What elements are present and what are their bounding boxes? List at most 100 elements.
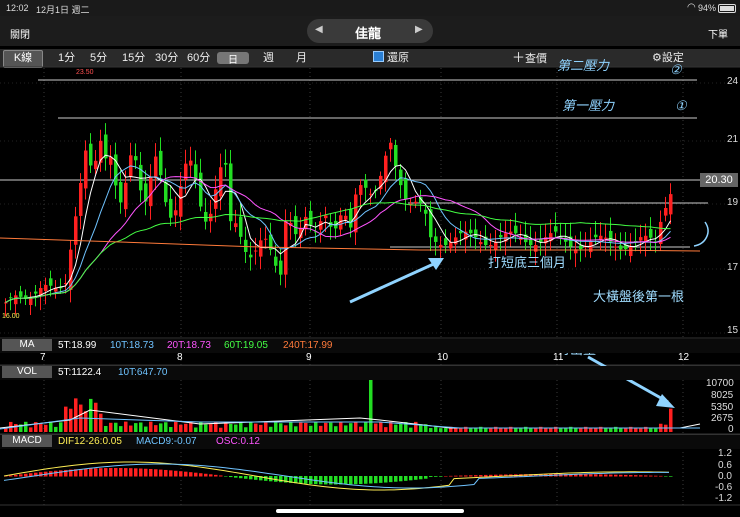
candle-body: [164, 181, 168, 203]
volume-bar: [294, 426, 298, 432]
volume-bar: [399, 423, 403, 432]
osc-bar: [664, 476, 668, 477]
volume-bar: [244, 427, 248, 432]
candle-body: [324, 215, 328, 219]
volume-bar: [169, 427, 173, 432]
vol-tag[interactable]: VOL: [2, 366, 52, 378]
volume-bar: [414, 421, 418, 432]
volume-bar: [544, 427, 548, 432]
volume-bar: [349, 423, 353, 432]
candle-body: [579, 245, 583, 250]
volume-bar: [319, 425, 323, 432]
volume-bar: [529, 427, 533, 432]
home-indicator[interactable]: [276, 509, 464, 513]
volume-bar: [519, 428, 523, 432]
osc-bar: [364, 476, 368, 484]
osc-bar: [619, 474, 623, 477]
ma-tag[interactable]: MA: [2, 339, 52, 351]
osc-bar: [224, 476, 228, 477]
candle-body: [264, 238, 268, 240]
x-tick: 11: [553, 352, 564, 363]
volume-bar: [139, 422, 143, 432]
volume-bar: [304, 422, 308, 432]
vol5-value: 5T:1122.4: [58, 367, 102, 378]
osc-bar: [204, 473, 208, 477]
volume-bar: [309, 425, 313, 432]
ma5-value: 5T:18.99: [58, 340, 97, 351]
vol-tick: 8025: [711, 390, 734, 401]
volume-bar: [549, 428, 553, 432]
candle-body: [424, 209, 428, 214]
osc-bar: [444, 475, 448, 477]
x-tick: 7: [40, 352, 46, 363]
osc-bar: [484, 474, 488, 477]
osc-bar: [149, 468, 153, 477]
osc-bar: [429, 476, 433, 477]
volume-bar: [459, 428, 463, 432]
osc-bar: [9, 475, 13, 477]
volume-bar: [489, 428, 493, 432]
candle-body: [94, 160, 98, 170]
candle-body: [179, 185, 183, 217]
candle-body: [274, 256, 278, 266]
volume-bar: [129, 425, 133, 432]
volume-bar: [609, 428, 613, 432]
osc-bar: [154, 469, 158, 477]
volume-bar: [159, 423, 163, 432]
candle-body: [279, 260, 283, 275]
price-tick: 15: [727, 325, 739, 336]
vol-tick: 0: [728, 424, 734, 435]
candle-body: [434, 236, 438, 242]
osc-bar: [84, 468, 88, 477]
ma20-line: [5, 176, 671, 303]
x-tick: 9: [306, 352, 312, 363]
osc-bar: [14, 474, 18, 477]
macd-tick: 1.2: [718, 448, 732, 459]
volume-bar: [269, 426, 273, 432]
candle-body: [494, 241, 498, 251]
annotation-curve: [693, 221, 709, 247]
volume-bar: [174, 421, 178, 432]
candle-body: [189, 160, 193, 166]
candle-body: [44, 284, 48, 292]
osc-bar: [79, 468, 83, 477]
candle-body: [534, 245, 538, 252]
osc-bar: [419, 476, 423, 480]
volume-bar: [474, 428, 478, 432]
volume-bar: [279, 423, 283, 432]
macd-tag[interactable]: MACD: [2, 435, 52, 447]
osc-bar: [659, 475, 663, 477]
volume-bar: [364, 421, 368, 432]
osc-bar: [114, 468, 118, 477]
osc-bar: [469, 475, 473, 477]
volume-bar: [394, 424, 398, 432]
volume-bar: [134, 423, 138, 432]
candle-body: [9, 297, 13, 299]
volume-bar: [504, 428, 508, 432]
candle-body: [554, 226, 558, 232]
volume-bar: [59, 422, 63, 432]
osc-bar: [414, 476, 418, 480]
osc-bar: [629, 475, 633, 477]
volume-bar: [469, 428, 473, 432]
volume-bar: [559, 427, 563, 432]
volume-bar: [654, 428, 658, 432]
ma60-value: 60T:19.05: [224, 340, 268, 351]
volume-bar: [334, 426, 338, 432]
osc-bar: [609, 474, 613, 477]
osc-bar: [344, 476, 348, 485]
osc-bar: [124, 468, 128, 477]
candle-body: [414, 201, 418, 204]
candle-body: [479, 242, 483, 245]
low-price-label: 16.00: [2, 313, 20, 320]
osc-bar: [359, 476, 363, 484]
osc-bar: [214, 474, 218, 477]
candle-body: [234, 223, 238, 228]
volume-bar: [564, 428, 568, 432]
volume-bar: [289, 421, 293, 432]
volume-bar: [104, 425, 108, 432]
osc-bar: [374, 476, 378, 484]
candle-body: [664, 208, 668, 216]
volume-bar: [324, 422, 328, 432]
candle-body: [199, 172, 203, 207]
